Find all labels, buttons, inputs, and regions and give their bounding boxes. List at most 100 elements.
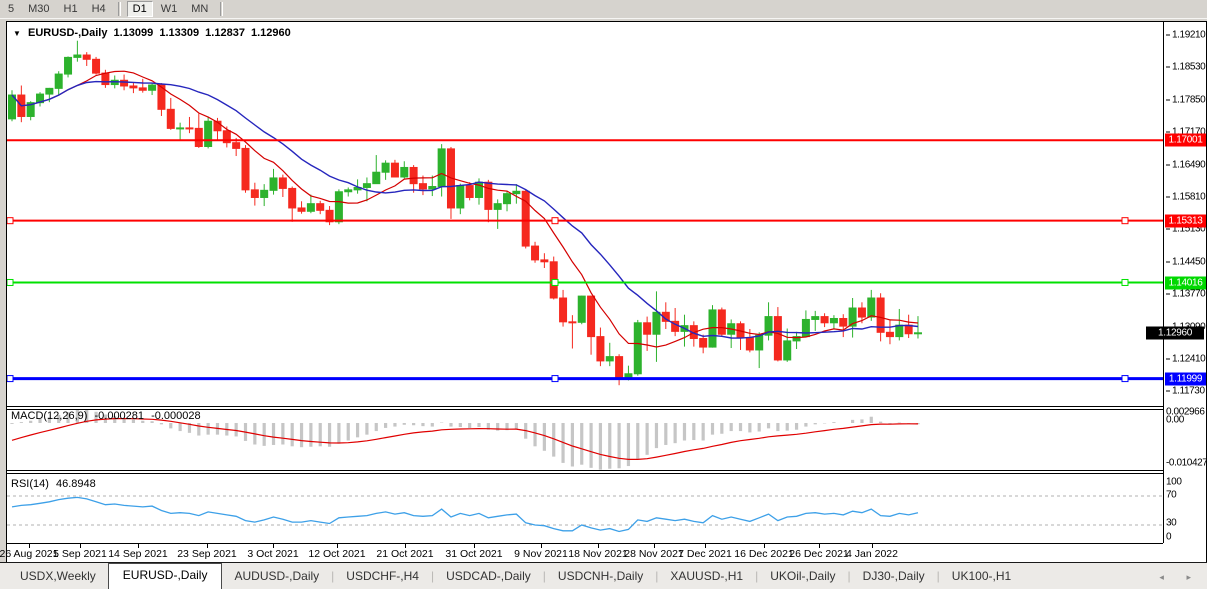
candle-body[interactable]: [605, 356, 614, 362]
candle-body[interactable]: [185, 127, 194, 130]
candle-body[interactable]: [699, 338, 708, 348]
candle-body[interactable]: [166, 108, 175, 129]
candle-body[interactable]: [316, 203, 325, 211]
candle-body[interactable]: [829, 317, 838, 324]
chart-tab-dj30-daily[interactable]: DJ30-,Daily: [851, 565, 937, 589]
level-line-handle[interactable]: [1121, 375, 1129, 383]
candle-body[interactable]: [194, 127, 203, 147]
candle-body[interactable]: [400, 166, 409, 178]
candle-body[interactable]: [260, 189, 269, 198]
candle-body[interactable]: [129, 85, 138, 89]
candle-body[interactable]: [839, 317, 848, 327]
candle-body[interactable]: [885, 331, 894, 338]
symbol-dropdown-icon[interactable]: ▼: [13, 29, 21, 38]
candle-body[interactable]: [801, 318, 810, 338]
level-line-handle[interactable]: [7, 375, 14, 383]
candle-body[interactable]: [138, 87, 147, 91]
candle-body[interactable]: [390, 162, 399, 178]
candle-body[interactable]: [484, 181, 493, 210]
candle-body[interactable]: [913, 332, 922, 335]
candle-body[interactable]: [82, 54, 91, 60]
level-line-handle[interactable]: [551, 217, 559, 225]
candle-body[interactable]: [297, 207, 306, 212]
level-line-handle[interactable]: [7, 278, 14, 286]
candle-body[interactable]: [587, 295, 596, 338]
candle-body[interactable]: [596, 336, 605, 362]
candle-body[interactable]: [372, 171, 381, 185]
level-line-handle[interactable]: [1121, 278, 1129, 286]
timeframe-button-H4[interactable]: H4: [86, 1, 112, 17]
candle-body[interactable]: [615, 356, 624, 380]
candle-body[interactable]: [381, 162, 390, 173]
candle-body[interactable]: [334, 191, 343, 223]
candle-body[interactable]: [717, 309, 726, 335]
candle-body[interactable]: [250, 189, 259, 198]
candle-body[interactable]: [204, 120, 213, 147]
timeframe-button-H1[interactable]: H1: [58, 1, 84, 17]
candle-body[interactable]: [568, 321, 577, 324]
timeframe-button-W1[interactable]: W1: [155, 1, 184, 17]
candle-body[interactable]: [465, 185, 474, 198]
timeframe-button-D1[interactable]: D1: [126, 1, 153, 17]
candle-body[interactable]: [540, 259, 549, 263]
candle-body[interactable]: [362, 183, 371, 188]
chart-tab-audusd-daily[interactable]: AUDUSD-,Daily: [222, 565, 331, 589]
candle-body[interactable]: [783, 340, 792, 361]
tab-scroll-left-icon[interactable]: ◂: [1159, 572, 1174, 582]
candle-body[interactable]: [820, 316, 829, 324]
candle-body[interactable]: [633, 322, 642, 375]
candle-body[interactable]: [278, 177, 287, 189]
chart-tab-ukoil-daily[interactable]: UKOil-,Daily: [758, 565, 847, 589]
candle-body[interactable]: [493, 203, 502, 210]
candle-body[interactable]: [867, 297, 876, 318]
candle-body[interactable]: [148, 84, 157, 91]
candle-body[interactable]: [418, 183, 427, 190]
candle-body[interactable]: [811, 316, 820, 320]
candle-body[interactable]: [437, 148, 446, 188]
candle-body[interactable]: [531, 245, 540, 261]
candle-body[interactable]: [306, 203, 315, 212]
candle-body[interactable]: [92, 58, 101, 74]
candle-body[interactable]: [643, 322, 652, 335]
level-line-handle[interactable]: [551, 278, 559, 286]
candle-body[interactable]: [512, 190, 521, 195]
candle-body[interactable]: [232, 142, 241, 149]
candle-body[interactable]: [73, 54, 82, 58]
candle-body[interactable]: [288, 187, 297, 209]
candle-body[interactable]: [559, 297, 568, 323]
candle-body[interactable]: [745, 337, 754, 351]
candle-body[interactable]: [54, 73, 63, 89]
chart-tab-usdchf-h4[interactable]: USDCHF-,H4: [334, 565, 431, 589]
chart-tab-usdcad-daily[interactable]: USDCAD-,Daily: [434, 565, 543, 589]
candle-body[interactable]: [176, 127, 185, 130]
timeframe-button-5[interactable]: 5: [2, 1, 20, 17]
candle-body[interactable]: [241, 147, 250, 191]
candle-body[interactable]: [64, 56, 73, 75]
candle-body[interactable]: [45, 87, 54, 95]
level-line-handle[interactable]: [7, 217, 14, 225]
main-price-panel[interactable]: [7, 40, 1163, 386]
candle-body[interactable]: [577, 295, 586, 323]
timeframe-button-M30[interactable]: M30: [22, 1, 55, 17]
candle-body[interactable]: [652, 311, 661, 335]
level-line-handle[interactable]: [551, 375, 559, 383]
level-line-handle[interactable]: [1121, 217, 1129, 225]
candle-body[interactable]: [773, 316, 782, 361]
candle-body[interactable]: [456, 185, 465, 209]
chart-tab-xauusd-h1[interactable]: XAUUSD-,H1: [658, 565, 755, 589]
timeframe-button-MN[interactable]: MN: [185, 1, 214, 17]
candle-body[interactable]: [409, 166, 418, 185]
candle-body[interactable]: [503, 193, 512, 205]
candle-body[interactable]: [895, 324, 904, 338]
candle-body[interactable]: [755, 334, 764, 351]
candle-body[interactable]: [269, 177, 278, 191]
price-chart-canvas[interactable]: [7, 22, 1164, 562]
tab-scroll-right-icon[interactable]: ▸: [1186, 572, 1201, 582]
candle-body[interactable]: [857, 307, 866, 318]
candle-body[interactable]: [101, 72, 110, 86]
candle-body[interactable]: [428, 186, 437, 190]
chart-tab-usdx-weekly[interactable]: USDX,Weekly: [8, 565, 108, 589]
candle-body[interactable]: [344, 189, 353, 193]
chart-tab-uk100-h1[interactable]: UK100-,H1: [940, 565, 1023, 589]
candle-body[interactable]: [120, 79, 129, 87]
